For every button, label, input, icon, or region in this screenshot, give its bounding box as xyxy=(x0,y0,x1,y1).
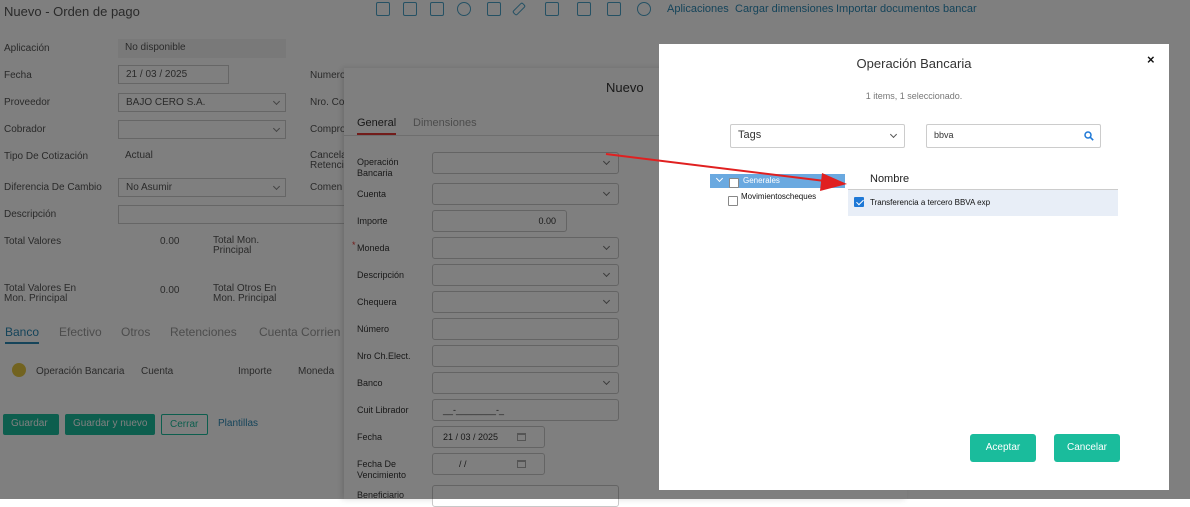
arrow-line xyxy=(605,153,826,182)
annotation-arrow xyxy=(605,153,847,191)
arrow-head xyxy=(820,173,847,191)
